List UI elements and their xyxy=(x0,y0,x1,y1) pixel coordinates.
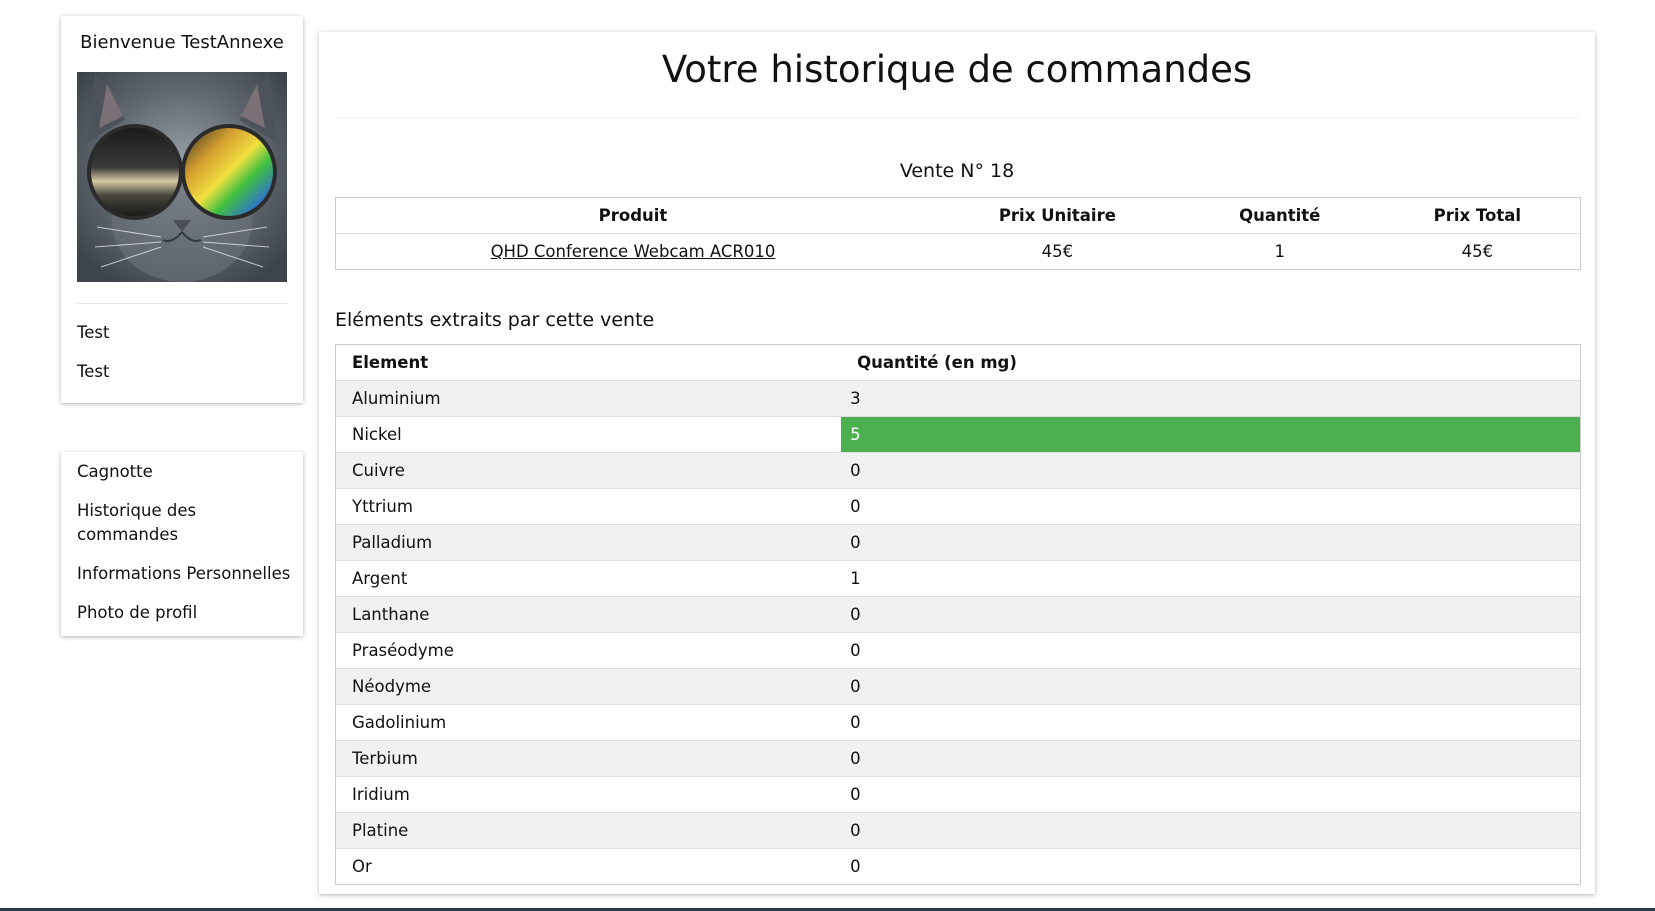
profile-divider xyxy=(77,303,287,304)
element-qty: 0 xyxy=(841,488,1581,525)
table-row: Iridium 0 xyxy=(335,776,1581,813)
element-qty: 0 xyxy=(841,632,1581,669)
product-link[interactable]: QHD Conference Webcam ACR010 xyxy=(491,242,776,261)
welcome-text: Bienvenue TestAnnexe xyxy=(80,32,284,53)
profile-link-1[interactable]: Test xyxy=(77,323,110,342)
element-qty: 0 xyxy=(841,596,1581,633)
elements-table: Element Quantité (en mg) Aluminium 3 Nick… xyxy=(335,344,1581,885)
table-row: Or 0 xyxy=(335,848,1581,885)
element-qty-highlighted: 5 xyxy=(841,416,1581,453)
table-row: Terbium 0 xyxy=(335,740,1581,777)
account-nav-card: Cagnotte Historique des commandes Inform… xyxy=(61,452,303,636)
quantity-cell: 1 xyxy=(1274,242,1285,261)
element-name: Or xyxy=(352,857,372,876)
table-row: Gadolinium 0 xyxy=(335,704,1581,741)
elements-title: Eléments extraits par cette vente xyxy=(335,309,655,331)
profile-card: Bienvenue TestAnnexe Test Test xyxy=(61,16,303,403)
table-row: Cuivre 0 xyxy=(335,452,1581,489)
element-name: Gadolinium xyxy=(335,704,842,741)
header-total-price: Prix Total xyxy=(1374,197,1581,234)
element-name: Yttrium xyxy=(335,488,842,525)
page: Bienvenue TestAnnexe Test Test Cagnotte … xyxy=(0,0,1655,911)
element-name: Praséodyme xyxy=(335,632,842,669)
table-row: Argent 1 xyxy=(335,560,1581,597)
element-name: Aluminium xyxy=(335,380,842,417)
element-name: Lanthane xyxy=(335,596,842,633)
element-name: Palladium xyxy=(335,524,842,561)
nav-item-order-history[interactable]: Historique des commandes xyxy=(77,499,292,547)
elements-table-header: Element Quantité (en mg) xyxy=(335,344,1581,381)
element-qty: 0 xyxy=(841,668,1581,705)
page-title: Votre historique de commandes xyxy=(661,48,1253,91)
sale-row: QHD Conference Webcam ACR010 45€ 1 45€ xyxy=(336,234,1581,270)
header-element: Element xyxy=(335,344,842,381)
title-divider xyxy=(335,117,1579,118)
element-name: Platine xyxy=(335,812,842,849)
element-name: Argent xyxy=(335,560,842,597)
nav-item-profile-photo[interactable]: Photo de profil xyxy=(77,601,292,625)
table-row: Aluminium 3 xyxy=(335,380,1581,417)
element-qty: 3 xyxy=(841,380,1581,417)
element-qty: 0 xyxy=(841,812,1581,849)
header-quantity-mg: Quantité (en mg) xyxy=(841,344,1581,381)
header-quantity: Quantité xyxy=(1184,197,1375,234)
table-row: Yttrium 0 xyxy=(335,488,1581,525)
table-row: Nickel 5 xyxy=(335,416,1581,453)
header-unit-price: Prix Unitaire xyxy=(929,197,1185,234)
table-row: Praséodyme 0 xyxy=(335,632,1581,669)
element-name: Iridium xyxy=(335,776,842,813)
cat-avatar-image xyxy=(77,72,287,282)
nav-item-cagnotte[interactable]: Cagnotte xyxy=(77,460,292,484)
element-name: Terbium xyxy=(335,740,842,777)
table-row: Lanthane 0 xyxy=(335,596,1581,633)
element-qty: 0 xyxy=(841,452,1581,489)
element-qty: 0 xyxy=(850,857,861,876)
element-qty: 0 xyxy=(841,704,1581,741)
product-cell: QHD Conference Webcam ACR010 xyxy=(336,234,930,270)
avatar xyxy=(77,72,287,282)
header-product: Produit xyxy=(335,197,930,234)
element-qty: 1 xyxy=(841,560,1581,597)
order-history-card: Votre historique de commandes Vente N° 1… xyxy=(319,32,1595,894)
element-qty: 0 xyxy=(841,524,1581,561)
nav-item-personal-info[interactable]: Informations Personnelles xyxy=(77,562,292,586)
element-name: Néodyme xyxy=(335,668,842,705)
table-row: Palladium 0 xyxy=(335,524,1581,561)
element-qty: 0 xyxy=(841,776,1581,813)
element-qty: 0 xyxy=(841,740,1581,777)
sale-number: Vente N° 18 xyxy=(899,160,1015,182)
total-price-cell: 45€ xyxy=(1461,242,1494,261)
unit-price-cell: 45€ xyxy=(1041,242,1074,261)
table-row: Néodyme 0 xyxy=(335,668,1581,705)
sale-table-header: Produit Prix Unitaire Quantité Prix Tota… xyxy=(335,197,1581,234)
element-name: Nickel xyxy=(335,416,842,453)
table-row: Platine 0 xyxy=(335,812,1581,849)
profile-link-2[interactable]: Test xyxy=(77,362,110,381)
element-name: Cuivre xyxy=(335,452,842,489)
sale-table: Produit Prix Unitaire Quantité Prix Tota… xyxy=(335,197,1581,270)
